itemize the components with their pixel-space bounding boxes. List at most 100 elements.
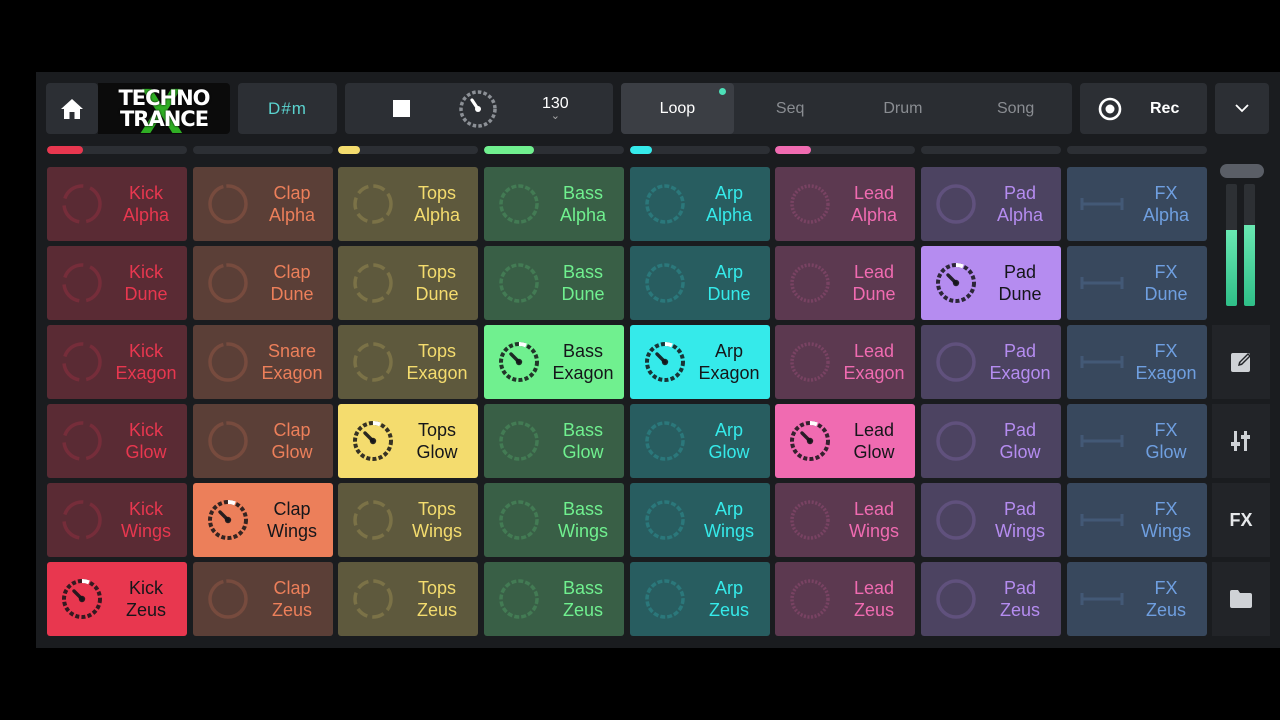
- clip-label: Bass Exagon: [552, 341, 614, 383]
- clip-pad-pad-glow[interactable]: Pad Glow: [921, 404, 1061, 478]
- lead-clip-ring-icon: [790, 579, 830, 619]
- clip-pad-bass-wings[interactable]: Bass Wings: [484, 483, 624, 557]
- clip-pad-bass-glow[interactable]: Bass Glow: [484, 404, 624, 478]
- clip-pad-fx-wings[interactable]: FX Wings: [1067, 483, 1207, 557]
- menu-dropdown-button[interactable]: [1215, 83, 1269, 134]
- pad-clip-ring-icon: [936, 500, 976, 540]
- clip-pad-fx-zeus[interactable]: FX Zeus: [1067, 562, 1207, 636]
- pad-clip-ring-icon: [936, 342, 976, 382]
- clip-pad-tops-glow[interactable]: Tops Glow: [338, 404, 478, 478]
- clip-pad-lead-zeus[interactable]: Lead Zeus: [775, 562, 915, 636]
- clip-pad-tops-zeus[interactable]: Tops Zeus: [338, 562, 478, 636]
- progress-bar-tops: [338, 146, 478, 154]
- clip-label: Kick Alpha: [122, 183, 170, 225]
- clip-pad-clap-alpha[interactable]: Clap Alpha: [193, 167, 333, 241]
- mixer-sliders-icon: [1231, 431, 1250, 451]
- folder-icon: [1230, 590, 1252, 608]
- clap-clip-ring-icon: [208, 421, 248, 461]
- bpm-display[interactable]: 130 ⌄: [542, 96, 569, 122]
- clip-pad-fx-dune[interactable]: FX Dune: [1067, 246, 1207, 320]
- clip-pad-arp-alpha[interactable]: Arp Alpha: [630, 167, 770, 241]
- clip-pad-bass-dune[interactable]: Bass Dune: [484, 246, 624, 320]
- clip-label: Bass Zeus: [562, 578, 604, 620]
- clip-pad-lead-wings[interactable]: Lead Wings: [775, 483, 915, 557]
- progress-bar-lead: [775, 146, 915, 154]
- clip-pad-clap-zeus[interactable]: Clap Zeus: [193, 562, 333, 636]
- fx-button[interactable]: FX: [1212, 483, 1270, 557]
- clip-pad-fx-alpha[interactable]: FX Alpha: [1067, 167, 1207, 241]
- clip-pad-tops-alpha[interactable]: Tops Alpha: [338, 167, 478, 241]
- clip-pad-bass-alpha[interactable]: Bass Alpha: [484, 167, 624, 241]
- bass-clip-ring-icon: [499, 421, 539, 461]
- home-button[interactable]: [46, 83, 98, 134]
- fx-icon: FX: [1229, 509, 1253, 530]
- clip-pad-clap-wings[interactable]: Clap Wings: [193, 483, 333, 557]
- clip-label: Pad Wings: [994, 499, 1045, 541]
- rec-button[interactable]: Rec: [1080, 83, 1207, 134]
- lead-clip-ring-icon: [790, 420, 830, 461]
- clip-pad-arp-exagon[interactable]: Arp Exagon: [630, 325, 770, 399]
- clip-label: Pad Alpha: [996, 183, 1044, 225]
- stop-button[interactable]: [393, 100, 410, 117]
- home-icon: [61, 98, 83, 119]
- clip-pad-tops-wings[interactable]: Tops Wings: [338, 483, 478, 557]
- clip-pad-lead-glow[interactable]: Lead Glow: [775, 404, 915, 478]
- clip-pad-kick-glow[interactable]: Kick Glow: [47, 404, 187, 478]
- clip-label: Bass Dune: [561, 262, 605, 304]
- vu-meter-right: [1244, 184, 1255, 306]
- clip-pad-arp-glow[interactable]: Arp Glow: [630, 404, 770, 478]
- bass-clip-ring-icon: [499, 341, 539, 382]
- mixer-button[interactable]: [1212, 404, 1270, 478]
- tab-song[interactable]: Song: [959, 83, 1072, 134]
- clip-label: FX Exagon: [1135, 341, 1197, 383]
- progress-fill-tops: [338, 146, 361, 154]
- clip-label: FX Glow: [1145, 420, 1187, 462]
- clip-label: Bass Wings: [557, 499, 608, 541]
- clip-pad-bass-exagon[interactable]: Bass Exagon: [484, 325, 624, 399]
- clip-pad-bass-zeus[interactable]: Bass Zeus: [484, 562, 624, 636]
- pad-clip-ring-icon: [936, 579, 976, 619]
- clip-pad-clap-glow[interactable]: Clap Glow: [193, 404, 333, 478]
- clip-pad-arp-dune[interactable]: Arp Dune: [630, 246, 770, 320]
- progress-bar-fx: [1067, 146, 1207, 154]
- browser-button[interactable]: [1212, 562, 1270, 636]
- clip-pad-kick-exagon[interactable]: Kick Exagon: [47, 325, 187, 399]
- clip-pad-kick-wings[interactable]: Kick Wings: [47, 483, 187, 557]
- clip-label: Kick Zeus: [125, 578, 167, 620]
- clip-pad-clap-dune[interactable]: Clap Dune: [193, 246, 333, 320]
- pack-logo[interactable]: X TECHNO TRANCE: [98, 83, 230, 134]
- clip-pad-pad-wings[interactable]: Pad Wings: [921, 483, 1061, 557]
- clip-pad-fx-exagon[interactable]: FX Exagon: [1067, 325, 1207, 399]
- tempo-knob-icon[interactable]: [458, 89, 498, 129]
- clip-pad-pad-dune[interactable]: Pad Dune: [921, 246, 1061, 320]
- clap-clip-ring-icon: [208, 263, 248, 303]
- clip-pad-kick-alpha[interactable]: Kick Alpha: [47, 167, 187, 241]
- key-selector[interactable]: D#m: [238, 83, 337, 134]
- clip-label: Lead Zeus: [853, 578, 895, 620]
- clip-label: Pad Glow: [999, 420, 1041, 462]
- master-volume-handle[interactable]: [1220, 164, 1264, 178]
- clip-pad-pad-zeus[interactable]: Pad Zeus: [921, 562, 1061, 636]
- clip-pad-lead-dune[interactable]: Lead Dune: [775, 246, 915, 320]
- tab-seq[interactable]: Seq: [734, 83, 847, 134]
- clip-pad-kick-dune[interactable]: Kick Dune: [47, 246, 187, 320]
- clip-pad-lead-exagon[interactable]: Lead Exagon: [775, 325, 915, 399]
- chevron-down-icon: [1235, 104, 1249, 113]
- clip-pad-pad-alpha[interactable]: Pad Alpha: [921, 167, 1061, 241]
- tab-loop[interactable]: Loop: [621, 83, 734, 134]
- clip-pad-fx-glow[interactable]: FX Glow: [1067, 404, 1207, 478]
- clip-pad-tops-exagon[interactable]: Tops Exagon: [338, 325, 478, 399]
- clip-pad-kick-zeus[interactable]: Kick Zeus: [47, 562, 187, 636]
- edit-button[interactable]: [1212, 325, 1270, 399]
- tops-clip-ring-icon: [353, 342, 393, 382]
- clip-pad-pad-exagon[interactable]: Pad Exagon: [921, 325, 1061, 399]
- clip-pad-lead-alpha[interactable]: Lead Alpha: [775, 167, 915, 241]
- clip-label: Pad Dune: [998, 262, 1042, 304]
- bass-clip-ring-icon: [499, 579, 539, 619]
- clip-pad-clap-exagon[interactable]: Snare Exagon: [193, 325, 333, 399]
- clip-pad-arp-zeus[interactable]: Arp Zeus: [630, 562, 770, 636]
- tops-clip-ring-icon: [353, 579, 393, 619]
- tab-drum[interactable]: Drum: [847, 83, 960, 134]
- clip-pad-tops-dune[interactable]: Tops Dune: [338, 246, 478, 320]
- clip-pad-arp-wings[interactable]: Arp Wings: [630, 483, 770, 557]
